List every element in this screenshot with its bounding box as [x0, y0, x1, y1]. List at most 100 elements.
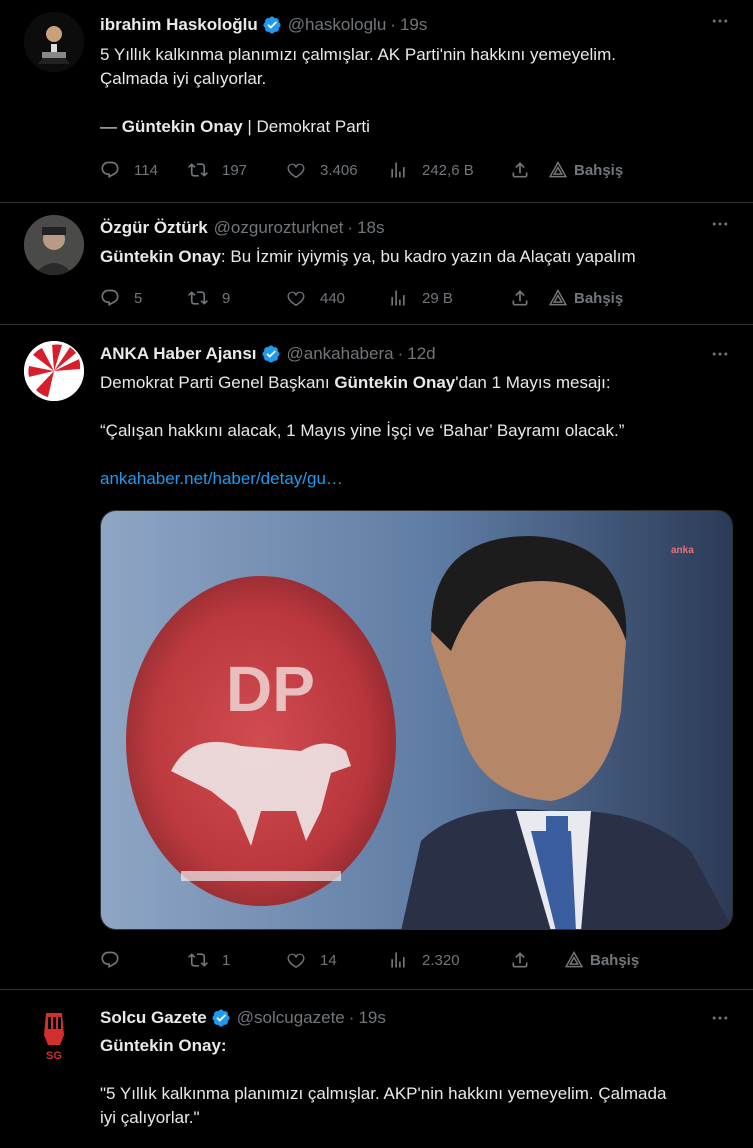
like-count: 440 — [320, 289, 346, 307]
like-icon — [286, 950, 306, 970]
logo-text: DP — [226, 653, 315, 725]
author-name[interactable]: Özgür Öztürk — [100, 218, 208, 238]
tweet-header: Özgür Öztürk @ozgurozturknet · 18s — [100, 215, 733, 241]
author-handle[interactable]: @haskologlu — [288, 15, 387, 35]
author-name[interactable]: ANKA Haber Ajansı — [100, 344, 257, 364]
action-bar: 5 9 440 29 B Bahşiş — [100, 283, 713, 313]
more-options-icon[interactable] — [709, 213, 731, 235]
share-button[interactable] — [510, 160, 548, 180]
views-button[interactable]: 2.320 — [388, 950, 510, 970]
reply-count: 114 — [134, 161, 158, 179]
verified-badge-icon — [261, 344, 281, 364]
action-bar: 1 14 2.320 Bahşiş — [100, 945, 713, 975]
tweet-image[interactable]: DP anka — [100, 510, 733, 930]
logo-text: SG — [46, 1050, 62, 1062]
tweet-line: 5 Yıllık kalkınma planımızı çalmışlar. A… — [100, 45, 616, 64]
tip-button[interactable]: Bahşiş — [548, 288, 623, 308]
views-count: 242,6 B — [422, 161, 474, 179]
views-icon — [388, 288, 408, 308]
timestamp[interactable]: 12d — [407, 344, 435, 364]
retweet-icon — [188, 160, 208, 180]
avatar[interactable] — [24, 341, 84, 401]
views-count: 2.320 — [422, 951, 460, 969]
retweet-count: 9 — [222, 289, 231, 307]
more-options-icon[interactable] — [709, 1007, 731, 1029]
reply-icon — [100, 288, 120, 308]
quote-line: iyi çalıyorlar." — [100, 1108, 200, 1127]
quote-line: “Çalışan hakkını alacak, 1 Mayıs yine İş… — [100, 421, 625, 440]
retweet-button[interactable]: 1 — [188, 950, 286, 970]
share-button[interactable] — [510, 288, 548, 308]
reply-button[interactable] — [100, 950, 188, 970]
tweet-text: Demokrat Parti Genel Başkanı Güntekin On… — [100, 371, 737, 491]
article-link[interactable]: ankahaber.net/haber/detay/gu… — [100, 467, 737, 491]
retweet-button[interactable]: 9 — [188, 288, 286, 308]
tweet-line: Demokrat Parti Genel Başkanı Güntekin On… — [100, 371, 737, 395]
retweet-icon — [188, 950, 208, 970]
tweet-header: ibrahim Haskoloğlu @haskologlu · 19s — [100, 12, 733, 38]
tweet-line: Çalmada iyi çalıyorlar. — [100, 69, 267, 88]
author-handle[interactable]: @solcugazete — [237, 1008, 345, 1028]
separator-dot: · — [347, 218, 354, 237]
tweet[interactable]: ANKA Haber Ajansı @ankahabera · 12d Demo… — [0, 325, 753, 990]
tip-label: Bahşiş — [574, 289, 624, 307]
author-name[interactable]: Solcu Gazete — [100, 1008, 207, 1028]
views-icon — [388, 160, 408, 180]
views-button[interactable]: 29 B — [388, 288, 510, 308]
tip-button[interactable]: Bahşiş — [564, 950, 639, 970]
tweet[interactable]: Özgür Öztürk @ozgurozturknet · 18s Günte… — [0, 203, 753, 325]
mention-name: Güntekin Onay — [100, 1036, 221, 1055]
retweet-count: 1 — [222, 951, 231, 969]
avatar[interactable] — [24, 12, 84, 72]
signature-party: | Demokrat Parti — [242, 117, 370, 136]
like-button[interactable]: 14 — [286, 950, 388, 970]
share-button[interactable] — [510, 950, 564, 970]
share-icon — [510, 160, 530, 180]
text-segment: 'dan 1 Mayıs mesajı: — [455, 373, 611, 392]
text-segment: Demokrat Parti Genel Başkanı — [100, 373, 335, 392]
image-watermark: anka — [671, 545, 694, 556]
timestamp[interactable]: 19s — [400, 15, 427, 35]
tip-icon — [564, 950, 584, 970]
mention-name: Güntekin Onay — [100, 247, 221, 266]
more-options-icon[interactable] — [709, 343, 731, 365]
signature: — Güntekin Onay | Demokrat Parti — [100, 115, 737, 139]
views-button[interactable]: 242,6 B — [388, 160, 510, 180]
colon: : — [220, 1036, 227, 1055]
verified-badge-icon — [262, 15, 282, 35]
tip-icon — [548, 160, 568, 180]
action-bar: 114 197 3.406 242,6 B Bahşiş — [100, 155, 713, 185]
reply-button[interactable]: 5 — [100, 288, 188, 308]
reply-icon — [100, 160, 120, 180]
tip-icon — [548, 288, 568, 308]
share-icon — [510, 288, 530, 308]
reply-button[interactable]: 114 — [100, 160, 188, 180]
author-handle[interactable]: @ankahabera — [287, 344, 394, 364]
like-count: 3.406 — [320, 161, 358, 179]
more-options-icon[interactable] — [709, 10, 731, 32]
reply-count: 5 — [134, 289, 143, 307]
like-button[interactable]: 3.406 — [286, 160, 388, 180]
tweet-header: ANKA Haber Ajansı @ankahabera · 12d — [100, 341, 733, 367]
reply-icon — [100, 950, 120, 970]
tip-label: Bahşiş — [590, 951, 640, 969]
avatar[interactable]: SG — [24, 1005, 84, 1065]
avatar[interactable] — [24, 215, 84, 275]
author-name[interactable]: ibrahim Haskoloğlu — [100, 15, 258, 35]
like-icon — [286, 288, 306, 308]
tip-button[interactable]: Bahşiş — [548, 160, 623, 180]
tweet[interactable]: ibrahim Haskoloğlu @haskologlu · 19s 5 Y… — [0, 0, 753, 203]
tweet-line: Güntekin Onay: — [100, 1034, 737, 1058]
mention-name: Güntekin Onay — [334, 373, 456, 392]
timestamp[interactable]: 19s — [358, 1008, 385, 1028]
verified-badge-icon — [211, 1008, 231, 1028]
retweet-button[interactable]: 197 — [188, 160, 286, 180]
retweet-icon — [188, 288, 208, 308]
like-button[interactable]: 440 — [286, 288, 388, 308]
timestamp[interactable]: 18s — [357, 218, 384, 238]
tweet[interactable]: SG Solcu Gazete @solcugazete · 19s Günte… — [0, 990, 753, 1148]
tweet-header: Solcu Gazete @solcugazete · 19s — [100, 1005, 733, 1031]
author-handle[interactable]: @ozgurozturknet — [214, 218, 344, 238]
like-count: 14 — [320, 951, 337, 969]
tweet-text: Güntekin Onay: "5 Yıllık kalkınma planım… — [100, 1034, 737, 1130]
